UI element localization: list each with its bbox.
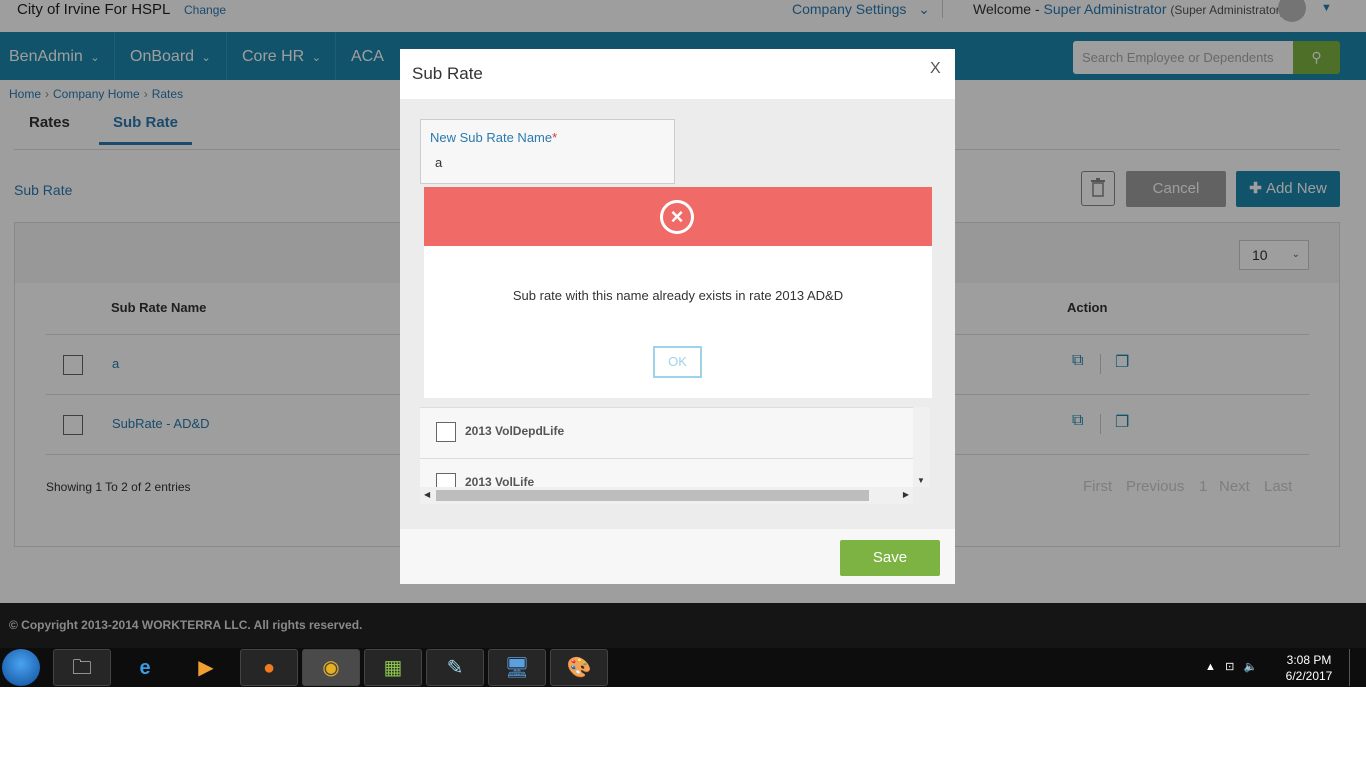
spreadsheet-icon[interactable]: ▦ (364, 649, 422, 686)
sub-rate-name-label: New Sub Rate Name* (430, 130, 557, 145)
firefox-icon[interactable]: ● (240, 649, 298, 686)
scroll-thumb[interactable] (436, 490, 869, 501)
modal-header: Sub Rate X (400, 49, 955, 99)
chevron-up-icon[interactable]: ▲ (1205, 661, 1216, 673)
rate-label: 2013 VolDepdLife (465, 424, 565, 438)
internet-explorer-icon[interactable]: e (116, 649, 174, 686)
start-button[interactable] (2, 649, 40, 686)
rate-checkbox[interactable] (436, 473, 456, 487)
system-tray: ▲ ⊡ 🔈 (1205, 660, 1257, 673)
explorer-icon[interactable]: 🗀 (53, 649, 111, 686)
taskbar: 🗀 e ▶ ● ◉ ▦ ✎ 🖥 🎨 ▲ ⊡ 🔈 3:08 PM 6/2/2017 (0, 648, 1366, 687)
sub-rate-name-input[interactable]: a (435, 155, 442, 170)
show-desktop-button[interactable] (1349, 649, 1359, 686)
scroll-down-arrow-icon[interactable]: ▼ (917, 476, 925, 485)
scroll-right-arrow-icon[interactable]: ▶ (903, 490, 909, 499)
rate-label: 2013 VolLife (465, 475, 535, 487)
horizontal-scrollbar[interactable]: ◀ ▶ (420, 487, 913, 504)
ok-button[interactable]: OK (653, 346, 702, 378)
rate-list: 2013 VolDepdLife 2013 VolLife (420, 407, 913, 487)
close-button[interactable]: X (930, 60, 941, 78)
screen: City of Irvine For HSPL Change Company S… (0, 0, 1366, 768)
sub-rate-name-field[interactable]: New Sub Rate Name* a (420, 119, 675, 184)
clock-time: 3:08 PM (1286, 653, 1332, 667)
save-button[interactable]: Save (840, 540, 940, 576)
error-dialog-header: × (424, 187, 932, 246)
chrome-icon[interactable]: ◉ (302, 649, 360, 686)
notepad-icon[interactable]: ✎ (426, 649, 484, 686)
error-x-circle-icon: × (660, 200, 694, 234)
clock-date: 6/2/2017 (1285, 669, 1333, 683)
vertical-scrollbar[interactable]: ▼ (913, 407, 930, 487)
error-dialog: × Sub rate with this name already exists… (424, 187, 932, 398)
clock[interactable]: 3:08 PM 6/2/2017 (1281, 652, 1337, 684)
list-item: 2013 VolLife (420, 458, 913, 487)
rate-checkbox[interactable] (436, 422, 456, 442)
list-item: 2013 VolDepdLife (420, 407, 913, 458)
modal-title: Sub Rate (412, 64, 483, 83)
remote-desktop-icon[interactable]: 🖥 (488, 649, 546, 686)
error-message: Sub rate with this name already exists i… (512, 288, 844, 303)
required-marker: * (552, 130, 558, 145)
media-player-icon[interactable]: ▶ (177, 649, 235, 686)
field-label-text: New Sub Rate Name (430, 130, 553, 145)
paint-icon[interactable]: 🎨 (550, 649, 608, 686)
scroll-left-arrow-icon[interactable]: ◀ (424, 490, 430, 499)
network-icon[interactable]: ⊡ (1225, 661, 1234, 673)
volume-icon[interactable]: 🔈 (1243, 661, 1257, 673)
